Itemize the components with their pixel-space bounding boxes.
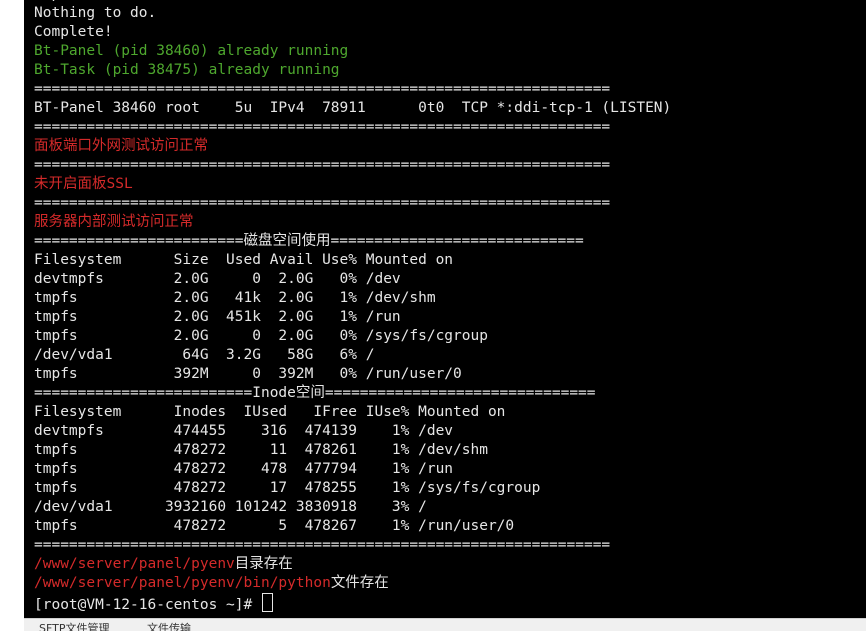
terminal-line: Filesystem Inodes IUsed IFree IUse% Moun…: [34, 404, 506, 420]
terminal-line: Nothing to do.: [34, 5, 157, 21]
pyenv-dir-line: /www/server/panel/pyenv目录存在: [34, 555, 671, 574]
tab-file-transfer[interactable]: 文件传输: [147, 622, 191, 631]
python-file-line: /www/server/panel/pyenv/bin/python文件存在: [34, 574, 671, 593]
pyenv-dir-path: /www/server/panel/pyenv: [34, 556, 235, 572]
terminal-output[interactable]: Dependencies resolved.Nothing to do.Comp…: [24, 0, 866, 618]
left-gutter: [0, 0, 24, 631]
bottom-tab-bar: SFTP文件管理 文件传输: [24, 618, 866, 631]
terminal-line: Bt-Task (pid 38475) already running: [34, 62, 340, 78]
terminal-lines: Dependencies resolved.Nothing to do.Comp…: [34, 0, 672, 613]
terminal-line: 面板端口外网测试访问正常: [34, 138, 208, 154]
terminal-line: ========================================…: [34, 119, 611, 135]
terminal-line: 未开启面板SSL: [34, 176, 133, 192]
terminal-line: ========================================…: [34, 195, 611, 211]
terminal-line: ========================================…: [34, 537, 611, 553]
terminal-line: Bt-Panel (pid 38460) already running: [34, 43, 349, 59]
pyenv-dir-status: 目录存在: [234, 556, 293, 572]
terminal-line: ========================================…: [34, 81, 611, 97]
terminal-line: devtmpfs 2.0G 0 2.0G 0% /dev: [34, 271, 401, 287]
cursor-icon: [261, 593, 273, 612]
terminal-line: devtmpfs 474455 316 474139 1% /dev: [34, 423, 454, 439]
ssh-client-window: Dependencies resolved.Nothing to do.Comp…: [0, 0, 866, 631]
terminal-line: tmpfs 2.0G 0 2.0G 0% /sys/fs/cgroup: [34, 328, 488, 344]
terminal-line: /dev/vda1 64G 3.2G 58G 6% /: [34, 347, 375, 363]
terminal-line: tmpfs 392M 0 392M 0% /run/user/0: [34, 366, 462, 382]
terminal-line: tmpfs 2.0G 41k 2.0G 1% /dev/shm: [34, 290, 436, 306]
terminal-line: tmpfs 2.0G 451k 2.0G 1% /run: [34, 309, 401, 325]
python-file-path: /www/server/panel/pyenv/bin/python: [34, 575, 331, 591]
shell-prompt: [root@VM-12-16-centos ~]#: [34, 597, 261, 613]
terminal-line: tmpfs 478272 478 477794 1% /run: [34, 461, 454, 477]
terminal-line: =========================Inode空间========…: [34, 385, 596, 401]
terminal-line: tmpfs 478272 5 478267 1% /run/user/0: [34, 518, 515, 534]
terminal-line: /dev/vda1 3932160 101242 3830918 3% /: [34, 499, 427, 515]
python-file-status: 文件存在: [330, 575, 389, 591]
terminal-line: BT-Panel 38460 root 5u IPv4 78911 0t0 TC…: [34, 100, 672, 116]
terminal-line: Filesystem Size Used Avail Use% Mounted …: [34, 252, 454, 268]
terminal-line: tmpfs 478272 17 478255 1% /sys/fs/cgroup: [34, 480, 541, 496]
terminal-line: 服务器内部测试访问正常: [34, 214, 194, 230]
terminal-line: Complete!: [34, 24, 113, 40]
prompt-line[interactable]: [root@VM-12-16-centos ~]#: [34, 593, 671, 613]
terminal-line: ========================================…: [34, 157, 611, 173]
terminal-line: ========================磁盘空间使用==========…: [34, 233, 584, 249]
terminal-line: tmpfs 478272 11 478261 1% /dev/shm: [34, 442, 488, 458]
tab-sftp-file-manager[interactable]: SFTP文件管理: [39, 622, 109, 631]
